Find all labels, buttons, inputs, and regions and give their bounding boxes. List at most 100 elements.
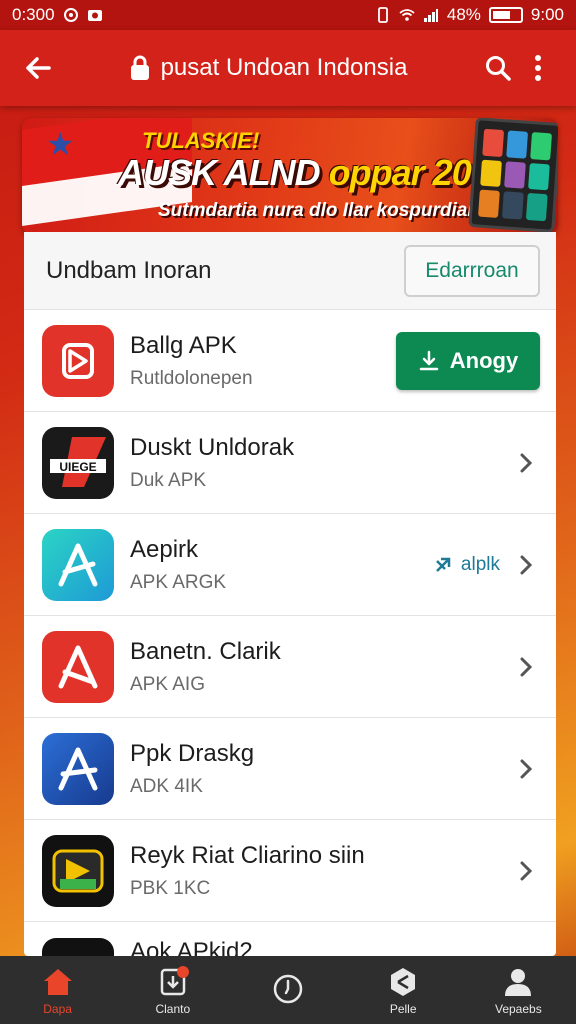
panel-header: Undbam Inoran Edarrroan	[24, 232, 556, 310]
app-row[interactable]: Banetn. Clarik APK AIG	[24, 616, 556, 718]
app-text: Ballg APK Rutldolonepen	[130, 332, 396, 390]
nav-profile[interactable]: Vepaebs	[468, 964, 568, 1016]
app-name: Banetn. Clarik	[130, 637, 281, 665]
app-list-panel: Undbam Inoran Edarrroan Ballg APK Rutldo…	[24, 232, 556, 956]
chevron-right-icon[interactable]	[512, 857, 540, 885]
status-time-left: 0:300	[12, 5, 55, 24]
app-logo-icon	[58, 645, 98, 688]
home-icon	[40, 964, 76, 1000]
app-logo-icon: UIEGE	[50, 436, 106, 487]
app-subtitle: ADK 4IK	[130, 775, 203, 797]
app-bar: pusat Undoan Indonsia	[0, 30, 576, 106]
edit-button[interactable]: Edarrroan	[404, 244, 540, 297]
apk-tag-link[interactable]: alplk	[435, 554, 500, 576]
app-icon	[42, 630, 114, 703]
bottom-nav: Dapa Clanto Pelle Vepaebs	[0, 956, 576, 1024]
tablet-illustration	[468, 118, 558, 233]
camera-icon	[87, 10, 102, 21]
search-button[interactable]	[478, 48, 518, 88]
app-row[interactable]: Ppk Draskg ADK 4IK	[24, 718, 556, 820]
app-row[interactable]: UIEGE Duskt Unldorak Duk APK	[24, 412, 556, 514]
app-icon: UIEGE	[42, 426, 114, 499]
app-logo-icon	[58, 543, 98, 586]
app-row[interactable]: Reyk Riat Cliarino siin PBK 1KC	[24, 820, 556, 922]
notification-icon	[63, 8, 78, 22]
nav-downloads-label: Clanto	[155, 1002, 191, 1016]
app-row[interactable]: Ballg APK Rutldolonepen Anogy	[24, 310, 556, 412]
app-name: Aok APkid2	[130, 938, 253, 956]
app-name: Ballg APK	[130, 331, 237, 359]
chevron-right-icon[interactable]	[512, 653, 540, 681]
app-text: Ppk Draskg ADK 4IK	[130, 740, 512, 798]
apk-tag-label: alplk	[460, 553, 500, 575]
nav-history[interactable]	[238, 971, 338, 1009]
overflow-menu-button[interactable]	[518, 48, 558, 88]
app-row[interactable]: Aok APkid2	[24, 922, 556, 956]
nav-settings-label: Pelle	[389, 1002, 417, 1016]
app-icon	[42, 732, 114, 805]
app-text: Duskt Unldorak Duk APK	[130, 434, 512, 492]
app-name: Aepirk	[130, 535, 199, 563]
app-subtitle: Rutldolonepen	[130, 367, 253, 389]
link-icon	[436, 557, 451, 572]
search-icon	[486, 56, 511, 81]
app-icon	[42, 528, 114, 601]
nav-home-label: Dapa	[43, 1002, 72, 1016]
more-vertical-icon	[535, 55, 541, 81]
nav-home[interactable]: Dapa	[8, 964, 108, 1016]
battery-icon	[488, 7, 523, 23]
clock-icon	[270, 971, 306, 1007]
app-subtitle: PBK 1KC	[130, 877, 211, 899]
app-name: Duskt Unldorak	[130, 433, 295, 461]
app-subtitle: Duk APK	[130, 469, 207, 491]
signal-icon	[423, 9, 438, 22]
notification-badge	[176, 966, 189, 978]
battery-percent: 48%	[446, 5, 481, 24]
app-logo-icon	[58, 747, 98, 790]
app-text: Banetn. Clarik APK AIG	[130, 638, 512, 696]
status-bar: 0:300 48% 9:00	[0, 0, 576, 30]
banner-subtitle: Sutmdartia nura dlo Ilar kospurdian	[158, 200, 479, 221]
app-subtitle: APK AIG	[130, 673, 205, 695]
app-text: Reyk Riat Cliarino siin PBK 1KC	[130, 842, 512, 900]
nav-settings[interactable]: Pelle	[353, 964, 453, 1016]
app-logo-icon	[62, 342, 94, 379]
app-bar-title: pusat Undoan Indonsia	[58, 54, 478, 82]
panel-title: Undbam Inoran	[46, 256, 212, 284]
app-icon	[42, 324, 114, 397]
install-button-label: Anogy	[449, 347, 519, 373]
app-name: Ppk Draskg	[130, 739, 255, 767]
app-logo-text: UIEGE	[59, 460, 96, 474]
banner-kicker: TULASKIE!	[142, 128, 260, 153]
banner-headline-part-a: AUSK ALND	[118, 152, 329, 193]
vibrate-icon	[377, 7, 388, 23]
lock-icon	[130, 55, 149, 80]
app-logo-icon	[52, 849, 104, 892]
chevron-right-icon[interactable]	[512, 449, 540, 477]
nav-profile-label: Vepaebs	[494, 1002, 542, 1016]
status-left: 0:300	[12, 5, 103, 25]
page-title: pusat Undoan Indonsia	[160, 54, 408, 81]
app-name: Reyk Riat Cliarino siin	[130, 841, 365, 869]
back-button[interactable]	[18, 48, 58, 88]
chevron-right-icon[interactable]	[512, 755, 540, 783]
wifi-icon	[399, 9, 415, 21]
status-right: 48% 9:00	[375, 5, 564, 25]
app-text: Aepirk APK ARGK	[130, 536, 435, 594]
status-time-right: 9:00	[530, 5, 564, 24]
banner-headline: AUSK ALND oppar 20N!	[118, 152, 508, 194]
settings-icon	[385, 964, 421, 1000]
star-icon: ★	[46, 126, 75, 162]
nav-downloads[interactable]: Clanto	[123, 964, 223, 1016]
promo-banner[interactable]: ★ TULASKIE! AUSK ALND oppar 20N! Sutmdar…	[22, 118, 558, 234]
app-icon	[42, 834, 114, 907]
app-subtitle: APK ARGK	[130, 571, 227, 593]
chevron-right-icon[interactable]	[512, 551, 540, 579]
app-text: Aok APkid2	[130, 938, 540, 956]
user-icon	[500, 964, 536, 1000]
download-icon	[419, 350, 439, 370]
download-icon	[155, 964, 191, 1000]
install-button[interactable]: Anogy	[396, 331, 540, 390]
back-arrow-icon	[26, 57, 51, 79]
app-row[interactable]: Aepirk APK ARGK alplk	[24, 514, 556, 616]
